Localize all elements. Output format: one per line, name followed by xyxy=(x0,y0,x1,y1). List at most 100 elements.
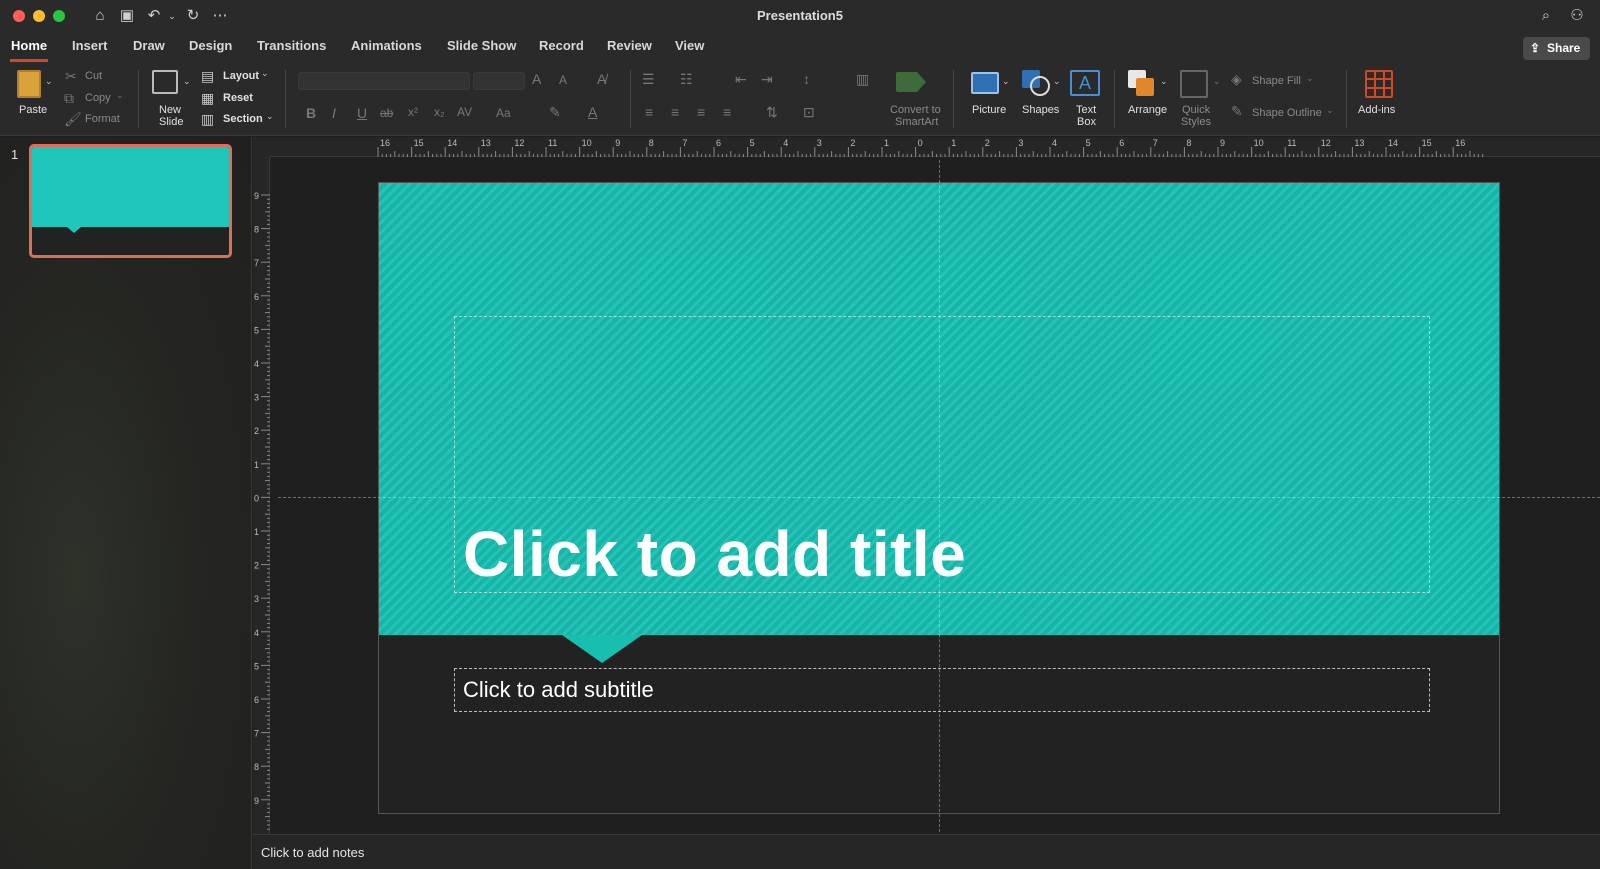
ruler-label: 7 xyxy=(1153,138,1158,148)
section-dropdown-icon[interactable]: ⌄ xyxy=(266,111,274,122)
shapes-label[interactable]: Shapes xyxy=(1022,104,1059,116)
copy-dropdown-icon[interactable]: ⌄ xyxy=(116,90,124,101)
layout-dropdown-icon[interactable]: ⌄ xyxy=(261,68,269,79)
shape-outline-icon[interactable]: ✎ xyxy=(1231,103,1243,120)
tab-draw[interactable]: Draw xyxy=(133,38,165,53)
strikethrough-button[interactable]: ab xyxy=(380,106,393,120)
bullets-icon[interactable]: ☰ xyxy=(642,71,655,88)
change-case-button[interactable]: Aa xyxy=(496,106,511,120)
cut-button[interactable]: Cut xyxy=(85,70,102,82)
font-name-dropdown[interactable] xyxy=(298,72,470,90)
numbering-icon[interactable]: ☷ xyxy=(680,71,693,88)
vertical-guide[interactable] xyxy=(939,160,940,832)
increase-indent-icon[interactable]: ⇥ xyxy=(761,71,773,88)
reset-button[interactable]: Reset xyxy=(223,92,253,104)
section-icon[interactable]: ▥ xyxy=(201,111,214,128)
shape-outline-button[interactable]: Shape Outline xyxy=(1252,107,1322,119)
text-box-icon[interactable]: A xyxy=(1070,70,1100,96)
subtitle-placeholder[interactable]: Click to add subtitle xyxy=(454,668,1430,712)
format-painter-button[interactable]: Format xyxy=(85,113,120,125)
underline-button[interactable]: U xyxy=(357,105,367,121)
ruler-label: 5 xyxy=(1086,138,1091,148)
font-color-icon[interactable]: A xyxy=(588,104,597,120)
text-box-label-2[interactable]: Box xyxy=(1077,116,1096,128)
italic-button[interactable]: I xyxy=(332,105,336,121)
tab-transitions[interactable]: Transitions xyxy=(257,38,326,53)
ruler-label: 13 xyxy=(481,138,491,148)
paste-label[interactable]: Paste xyxy=(19,104,47,116)
copy-button[interactable]: Copy xyxy=(85,92,111,104)
new-slide-label-1[interactable]: New xyxy=(159,104,181,116)
text-box-label-1[interactable]: Text xyxy=(1076,104,1096,116)
convert-smartart-label-2[interactable]: SmartArt xyxy=(895,116,938,128)
shape-outline-dropdown-icon[interactable]: ⌄ xyxy=(1326,105,1334,116)
align-text-icon[interactable]: ⊡ xyxy=(803,104,815,121)
tab-insert[interactable]: Insert xyxy=(72,38,107,53)
shape-fill-button[interactable]: Shape Fill xyxy=(1252,75,1301,87)
picture-icon[interactable] xyxy=(971,72,999,94)
arrange-dropdown-icon[interactable]: ⌄ xyxy=(1160,76,1168,87)
slide-thumbnail[interactable] xyxy=(29,144,232,258)
tab-slide-show[interactable]: Slide Show xyxy=(447,38,516,53)
paste-icon[interactable] xyxy=(17,70,41,98)
tab-view[interactable]: View xyxy=(675,38,704,53)
columns-icon[interactable]: ▥ xyxy=(856,71,869,88)
search-icon[interactable]: ⌕ xyxy=(1537,7,1555,25)
shape-fill-icon[interactable]: ◈ xyxy=(1231,71,1242,88)
section-button[interactable]: Section xyxy=(223,113,263,125)
shape-fill-dropdown-icon[interactable]: ⌄ xyxy=(1306,73,1314,84)
highlight-color-icon[interactable]: ✎ xyxy=(549,104,561,121)
arrange-label[interactable]: Arrange xyxy=(1128,104,1167,116)
tab-record[interactable]: Record xyxy=(539,38,584,53)
cut-icon[interactable]: ✂ xyxy=(65,68,77,85)
quick-styles-label-1[interactable]: Quick xyxy=(1182,104,1210,116)
shapes-circle-icon[interactable] xyxy=(1030,76,1050,96)
layout-icon[interactable]: ▤ xyxy=(201,68,214,85)
subscript-button[interactable]: x₂ xyxy=(434,105,445,119)
notes-pane[interactable]: Click to add notes xyxy=(253,834,1600,869)
line-spacing-icon[interactable]: ↕ xyxy=(803,71,810,87)
character-spacing-button[interactable]: AV xyxy=(457,105,472,119)
font-size-dropdown[interactable] xyxy=(473,72,525,90)
convert-smartart-icon[interactable] xyxy=(896,72,926,92)
layout-button[interactable]: Layout xyxy=(223,70,259,82)
vertical-ruler[interactable]: 9 8 7 6 5 4 3 2 1 0 1 2 3 4 5 6 7 8 9 xyxy=(253,157,270,834)
decrease-font-size-icon[interactable]: A xyxy=(559,73,567,87)
new-slide-icon[interactable] xyxy=(152,70,178,94)
share-button[interactable]: ⇪ Share xyxy=(1523,37,1590,60)
align-left-icon[interactable]: ≡ xyxy=(645,104,653,120)
clear-formatting-icon[interactable]: A̸ xyxy=(597,71,606,87)
picture-label[interactable]: Picture xyxy=(972,104,1006,116)
picture-dropdown-icon[interactable]: ⌄ xyxy=(1002,76,1010,87)
horizontal-ruler[interactable]: 16 15 14 13 12 11 10 9 8 7 6 5 4 3 2 1 0 1 2 3 4 5 6 7 8 9 10 11 12 1… xyxy=(270,137,1600,157)
horizontal-guide[interactable] xyxy=(278,497,1600,498)
shapes-dropdown-icon[interactable]: ⌄ xyxy=(1053,76,1061,87)
copy-icon[interactable]: ⧉ xyxy=(64,90,74,107)
increase-font-size-icon[interactable]: A xyxy=(532,71,541,87)
decrease-indent-icon[interactable]: ⇤ xyxy=(735,71,747,88)
superscript-button[interactable]: x² xyxy=(408,105,418,119)
align-right-icon[interactable]: ≡ xyxy=(697,104,705,120)
reset-icon[interactable]: ▦ xyxy=(201,90,214,107)
new-slide-label-2[interactable]: Slide xyxy=(159,116,183,128)
title-placeholder[interactable]: Click to add title xyxy=(454,316,1430,593)
tab-home[interactable]: Home xyxy=(11,38,47,53)
new-slide-dropdown-icon[interactable]: ⌄ xyxy=(183,76,191,87)
paste-dropdown-icon[interactable]: ⌄ xyxy=(45,76,53,87)
quick-styles-label-2[interactable]: Styles xyxy=(1181,116,1211,128)
add-ins-label[interactable]: Add-ins xyxy=(1358,104,1395,116)
align-center-icon[interactable]: ≡ xyxy=(671,104,679,120)
add-ins-icon[interactable] xyxy=(1365,70,1393,98)
collaborate-icon[interactable]: ⚇ xyxy=(1568,7,1586,25)
format-painter-icon[interactable]: 🖌 xyxy=(64,111,82,128)
convert-smartart-label-1[interactable]: Convert to xyxy=(890,104,941,116)
arrange-front-icon[interactable] xyxy=(1136,78,1154,96)
quick-styles-icon[interactable] xyxy=(1180,70,1208,98)
justify-icon[interactable]: ≡ xyxy=(723,104,731,120)
tab-design[interactable]: Design xyxy=(189,38,232,53)
quick-styles-dropdown-icon[interactable]: ⌄ xyxy=(1213,76,1221,87)
tab-animations[interactable]: Animations xyxy=(351,38,422,53)
text-direction-icon[interactable]: ⇅ xyxy=(766,104,778,121)
bold-button[interactable]: B xyxy=(306,105,316,121)
tab-review[interactable]: Review xyxy=(607,38,652,53)
